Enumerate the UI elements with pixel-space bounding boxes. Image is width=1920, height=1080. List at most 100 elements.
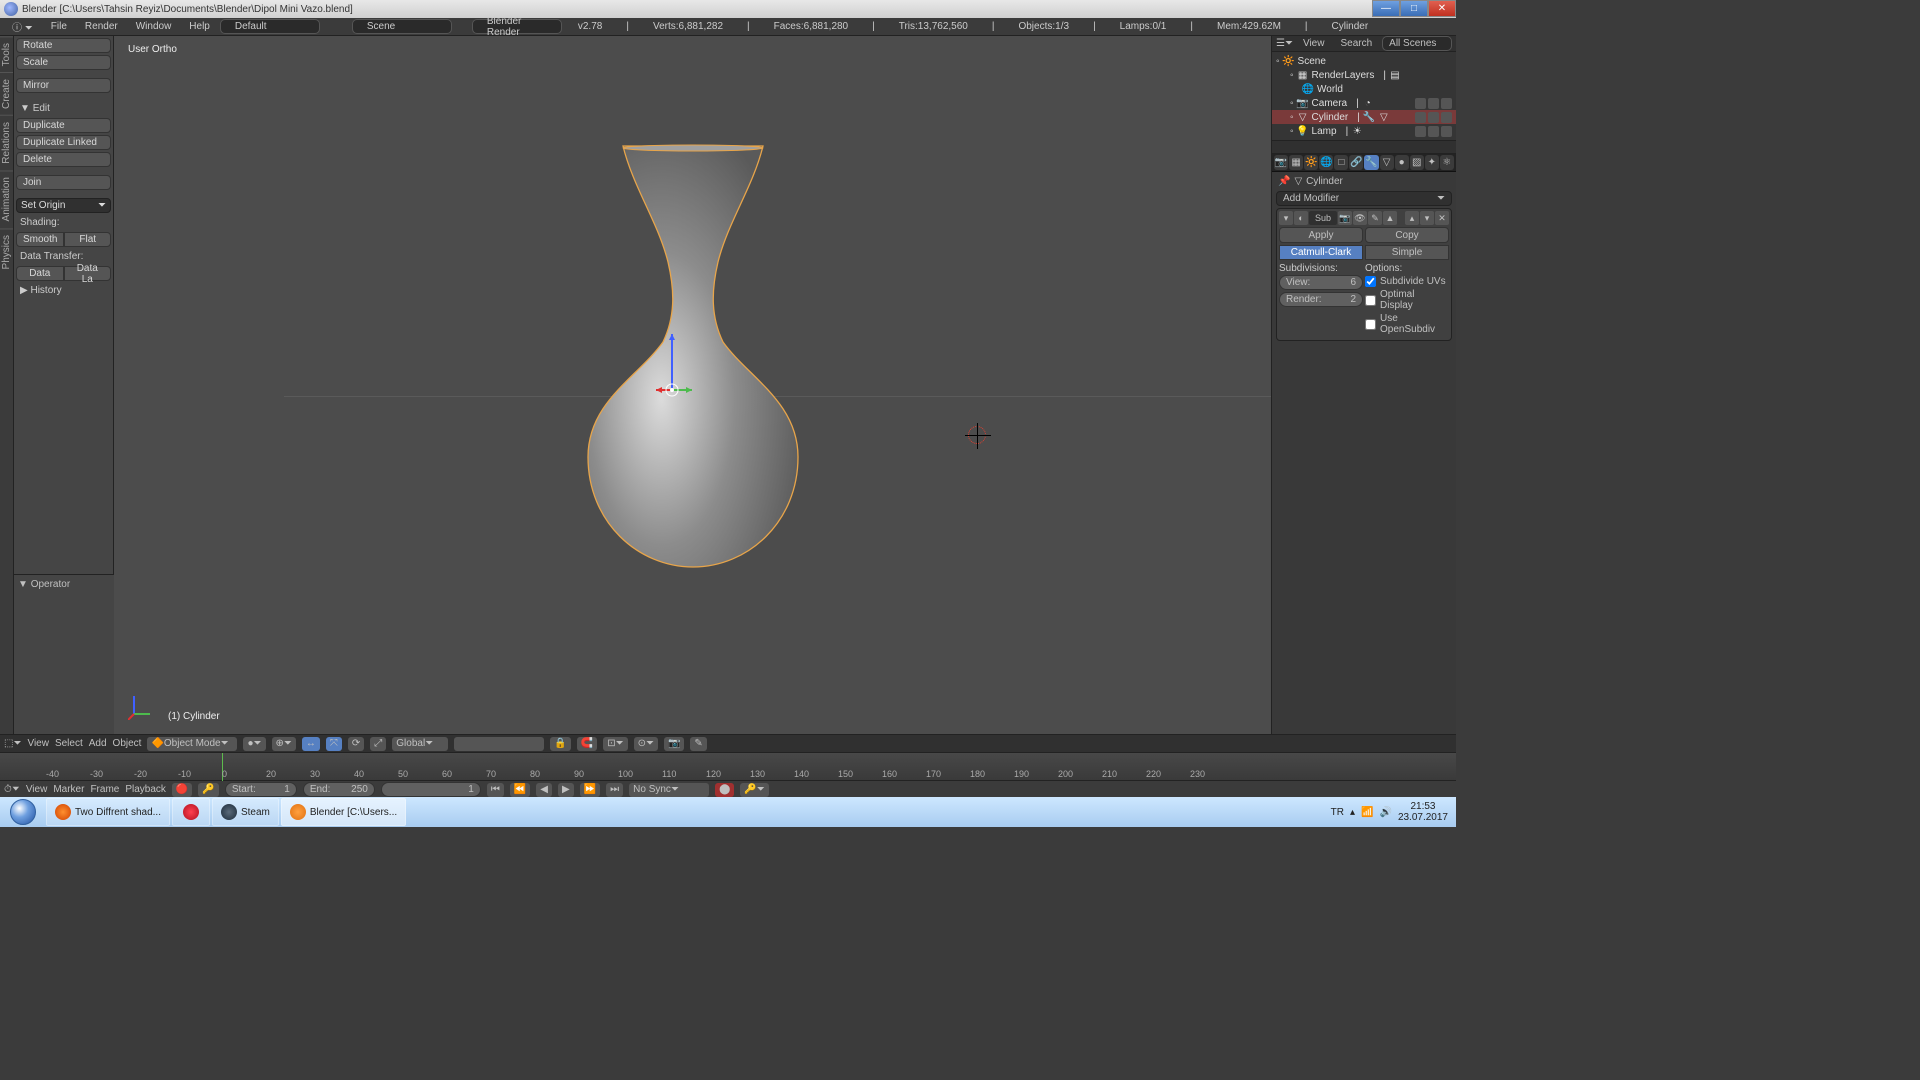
layers-grid[interactable] [454, 737, 544, 751]
sync-dropdown[interactable]: No Sync ⏷ [629, 783, 709, 797]
tab-object-icon[interactable]: □ [1334, 155, 1348, 170]
end-frame-field[interactable]: End:250 [303, 782, 375, 797]
header-select[interactable]: Select [55, 738, 83, 749]
data-button[interactable]: Data [16, 266, 64, 281]
viewport-toggle-icon[interactable]: 👁 [1353, 211, 1367, 225]
tab-scene-icon[interactable]: 🔆 [1304, 155, 1318, 170]
play-icon[interactable]: ▶ [558, 783, 574, 797]
header-object[interactable]: Object [113, 738, 142, 749]
duplicate-linked-button[interactable]: Duplicate Linked [16, 135, 111, 150]
menu-file[interactable]: File [43, 20, 75, 33]
screen-layout-dropdown[interactable]: Default [220, 19, 320, 34]
smooth-button[interactable]: Smooth [16, 232, 64, 247]
manipulator-scale-icon[interactable]: ⤢ [370, 737, 386, 751]
manipulator-translate-icon[interactable]: ⤧ [326, 737, 342, 751]
pivot-icon[interactable]: ⊕⏷ [272, 737, 296, 751]
shading-mode-icon[interactable]: ●⏷ [243, 737, 265, 751]
eye-icon[interactable] [1415, 98, 1426, 109]
join-button[interactable]: Join [16, 175, 111, 190]
tab-create[interactable]: Create [0, 72, 13, 115]
maximize-button[interactable]: □ [1400, 0, 1428, 17]
edit-toggle-icon[interactable]: ✎ [1368, 211, 1382, 225]
mirror-button[interactable]: Mirror [16, 78, 111, 93]
tab-animation[interactable]: Animation [0, 170, 13, 227]
cursor-icon[interactable] [1428, 126, 1439, 137]
jump-start-icon[interactable]: ⏮ [487, 783, 504, 797]
subdivide-uvs-checkbox[interactable]: Subdivide UVs [1365, 275, 1449, 288]
render-engine-dropdown[interactable]: Blender Render [472, 19, 562, 34]
prev-key-icon[interactable]: ⏪ [510, 783, 530, 797]
tab-world-icon[interactable]: 🌐 [1319, 155, 1333, 170]
scene-dropdown[interactable]: Scene [352, 19, 452, 34]
flat-button[interactable]: Flat [64, 232, 111, 247]
copy-button[interactable]: Copy [1365, 227, 1449, 243]
eye-icon[interactable] [1415, 126, 1426, 137]
menu-render[interactable]: Render [77, 20, 126, 33]
outliner-item-renderlayers[interactable]: ◦▦RenderLayers|▤ [1272, 68, 1456, 82]
tab-modifiers-icon[interactable]: 🔧 [1364, 155, 1378, 170]
taskbar-opera[interactable] [172, 798, 210, 826]
tab-constraints-icon[interactable]: 🔗 [1349, 155, 1363, 170]
add-modifier-dropdown[interactable]: Add Modifier⏷ [1276, 191, 1452, 206]
header-view[interactable]: View [27, 738, 49, 749]
tl-frame[interactable]: Frame [90, 784, 119, 795]
render-icon[interactable] [1441, 126, 1452, 137]
gpencil-icon[interactable]: ✎ [690, 737, 706, 751]
timeline-editor-icon[interactable]: ⏱⏷ [4, 784, 20, 795]
move-down-icon[interactable]: ▾ [1420, 211, 1434, 225]
render-icon[interactable] [1441, 98, 1452, 109]
optimal-display-checkbox[interactable]: Optimal Display [1365, 288, 1449, 312]
play-reverse-icon[interactable]: ◀ [536, 783, 552, 797]
tray-flag-icon[interactable]: ▴ [1350, 807, 1355, 818]
history-section[interactable]: ▶ History [16, 283, 111, 298]
taskbar-blender[interactable]: Blender [C:\Users... [281, 798, 406, 826]
tl-marker[interactable]: Marker [53, 784, 84, 795]
apply-button[interactable]: Apply [1279, 227, 1363, 243]
mode-dropdown[interactable]: 🔶 Object Mode ⏷ [147, 737, 237, 751]
keying-dropdown-icon[interactable]: 🔑⏷ [740, 783, 768, 797]
tab-layers-icon[interactable]: ▦ [1289, 155, 1303, 170]
tab-physics[interactable]: Physics [0, 228, 13, 275]
orientation-dropdown[interactable]: Global ⏷ [392, 737, 448, 751]
outliner-item-scene[interactable]: ◦🔆Scene [1272, 54, 1456, 68]
autokey-icon[interactable]: 🔴 [172, 783, 192, 797]
cursor-icon[interactable] [1428, 112, 1439, 123]
header-add[interactable]: Add [89, 738, 107, 749]
outliner-item-camera[interactable]: ◦📷Camera|◔ [1272, 96, 1456, 110]
snap-element-icon[interactable]: ⊡⏷ [603, 737, 627, 751]
start-button[interactable] [2, 798, 44, 826]
render-toggle-icon[interactable]: 📷 [1338, 211, 1352, 225]
start-frame-field[interactable]: Start:1 [225, 782, 297, 797]
manipulator-rotate-icon[interactable]: ⟳ [348, 737, 364, 751]
tab-tools[interactable]: Tools [0, 36, 13, 72]
data-layout-button[interactable]: Data La [64, 266, 112, 281]
duplicate-button[interactable]: Duplicate [16, 118, 111, 133]
scale-button[interactable]: Scale [16, 55, 111, 70]
simple-tab[interactable]: Simple [1365, 245, 1449, 260]
menu-help[interactable]: Help [181, 20, 218, 33]
lock-camera-icon[interactable]: 🔒 [550, 737, 570, 751]
collapse-icon[interactable]: ▾ [1279, 211, 1293, 225]
tab-texture-icon[interactable]: ▨ [1410, 155, 1424, 170]
tab-material-icon[interactable]: ● [1395, 155, 1409, 170]
render-preview-icon[interactable]: 📷 [664, 737, 684, 751]
tl-playback[interactable]: Playback [125, 784, 166, 795]
transform-manipulator[interactable] [654, 324, 714, 400]
taskbar-steam[interactable]: Steam [212, 798, 279, 826]
rotate-button[interactable]: Rotate [16, 38, 111, 53]
tray-clock[interactable]: 21:53 23.07.2017 [1398, 801, 1448, 823]
tray-network-icon[interactable]: 📶 [1361, 807, 1373, 818]
outliner-filter-dropdown[interactable]: All Scenes [1382, 36, 1452, 51]
timeline-ruler[interactable]: -40-30-20-100203040506070809010011012013… [0, 753, 1456, 781]
current-frame-field[interactable]: 1 [381, 782, 481, 797]
outliner-item-cylinder[interactable]: ◦▽Cylinder|🔧▽ [1272, 110, 1456, 124]
delete-modifier-icon[interactable]: ✕ [1435, 211, 1449, 225]
close-button[interactable]: ✕ [1428, 0, 1456, 17]
outliner-item-world[interactable]: 🌐World [1272, 82, 1456, 96]
lang-indicator[interactable]: TR [1331, 807, 1344, 818]
jump-end-icon[interactable]: ⏭ [606, 783, 623, 797]
pin-icon[interactable]: 📌 [1278, 176, 1290, 187]
tab-physics-icon[interactable]: ⚛ [1440, 155, 1454, 170]
render-icon[interactable] [1441, 112, 1452, 123]
3d-viewport[interactable]: User Ortho [114, 36, 1271, 734]
